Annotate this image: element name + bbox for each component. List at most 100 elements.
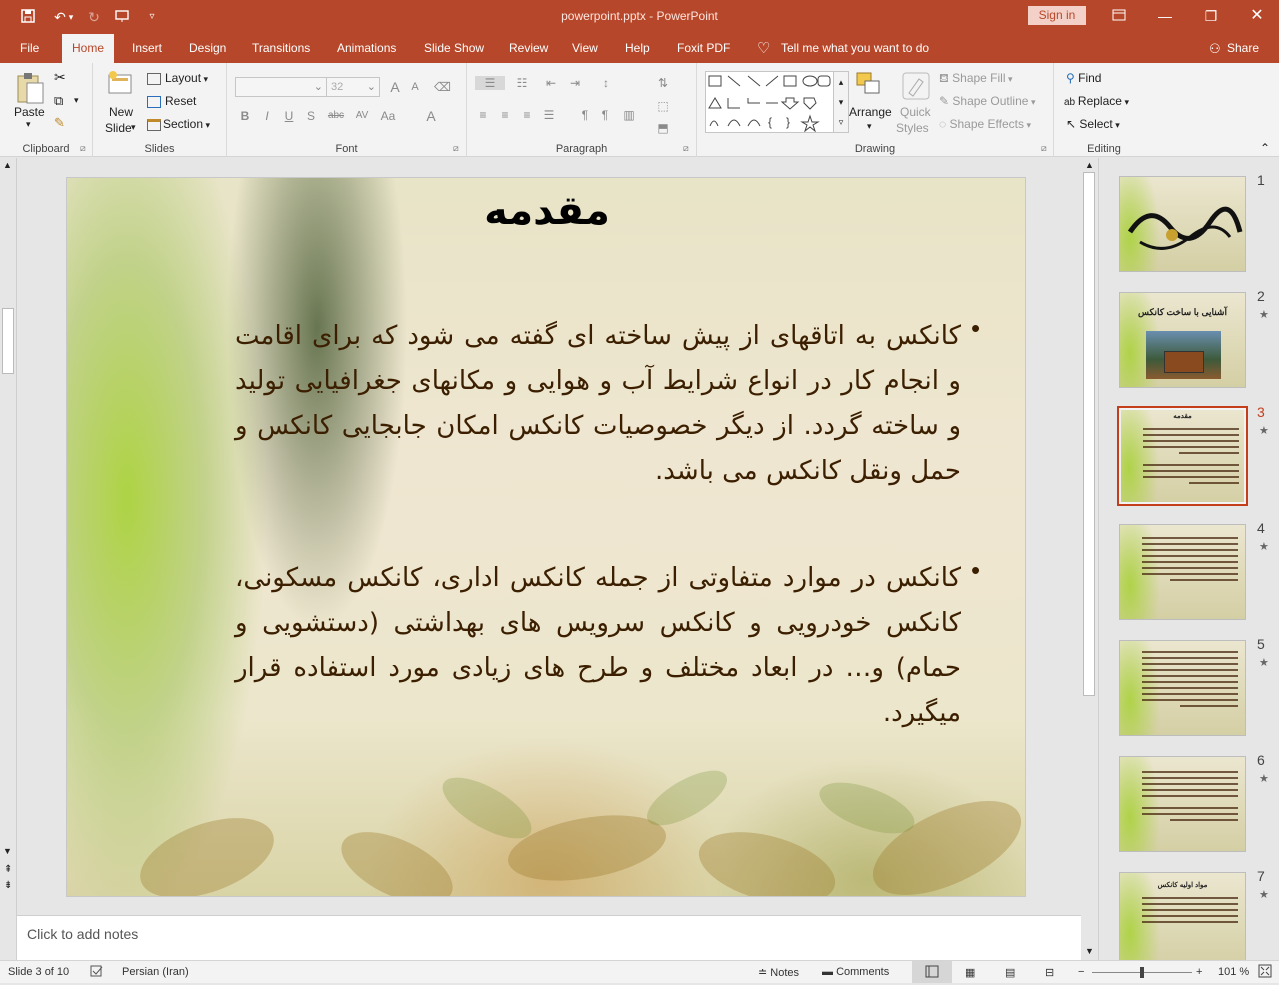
- drawing-launcher-icon[interactable]: ⧄: [1041, 143, 1047, 154]
- shapes-gallery[interactable]: {}: [705, 71, 841, 133]
- bullet-text-2[interactable]: کانکس در موارد متفاوتی از جمله کانکس ادا…: [235, 556, 961, 736]
- shape-fill-button[interactable]: ⛾ Shape Fill ▾: [939, 71, 1013, 87]
- align-text-icon[interactable]: ⬚: [655, 99, 671, 113]
- change-case-button[interactable]: Aa: [377, 109, 399, 123]
- tab-help[interactable]: Help: [622, 34, 653, 63]
- paste-icon[interactable]: [14, 71, 46, 108]
- reset-button[interactable]: Reset: [147, 94, 196, 108]
- thumbnail-slide-1[interactable]: [1119, 176, 1246, 272]
- shadow-button[interactable]: S: [303, 109, 319, 123]
- tab-review[interactable]: Review: [506, 34, 551, 63]
- section-button[interactable]: Section ▾: [147, 117, 210, 131]
- thumbnail-slide-2[interactable]: آشنایی با ساخت کانکس: [1119, 292, 1246, 388]
- vscroll-up-icon[interactable]: ▲: [1085, 160, 1094, 170]
- arrange-dropdown-icon[interactable]: ▾: [867, 121, 872, 132]
- tab-foxit-pdf[interactable]: Foxit PDF: [674, 34, 733, 63]
- line-spacing-icon[interactable]: ↕: [593, 76, 619, 90]
- tab-home[interactable]: Home: [62, 34, 115, 63]
- tab-insert[interactable]: Insert: [129, 34, 165, 63]
- ribbon-display-options-icon[interactable]: [1107, 6, 1131, 26]
- collapse-ribbon-icon[interactable]: ⌃: [1260, 141, 1270, 155]
- quick-styles-icon[interactable]: [901, 71, 931, 104]
- minimize-icon[interactable]: —: [1153, 6, 1177, 26]
- find-button[interactable]: ⚲ Find: [1066, 71, 1101, 85]
- shape-outline-button[interactable]: ✎ Shape Outline ▾: [939, 94, 1035, 108]
- notes-pane[interactable]: Click to add notes: [17, 915, 1081, 960]
- replace-button[interactable]: ab Replace ▾: [1064, 94, 1129, 108]
- thumbnail-slide-6[interactable]: [1119, 756, 1246, 852]
- char-spacing-button[interactable]: AV: [351, 110, 373, 121]
- tab-slide-show[interactable]: Slide Show: [421, 34, 487, 63]
- quick-styles-label-1[interactable]: Quick: [900, 105, 931, 119]
- sign-in-button[interactable]: Sign in: [1028, 6, 1086, 25]
- strikethrough-button[interactable]: abc: [325, 110, 347, 121]
- decrease-indent-icon[interactable]: ⇤: [543, 76, 559, 90]
- restore-icon[interactable]: ❐: [1199, 6, 1223, 26]
- zoom-level[interactable]: 101 %: [1218, 966, 1249, 978]
- align-right-icon[interactable]: ≡: [519, 108, 535, 122]
- slide-sorter-icon[interactable]: ▦: [965, 966, 975, 979]
- font-launcher-icon[interactable]: ⧄: [453, 143, 459, 154]
- font-color-button[interactable]: A: [423, 108, 439, 124]
- text-direction-icon[interactable]: ⇅: [655, 76, 671, 90]
- arrange-button[interactable]: Arrange: [849, 105, 892, 119]
- font-size-combo[interactable]: 32 ⌄: [326, 77, 380, 97]
- format-painter-icon[interactable]: ✎: [54, 115, 65, 131]
- tab-view[interactable]: View: [569, 34, 601, 63]
- slideshow-view-icon[interactable]: ⊟: [1045, 966, 1054, 979]
- previous-slide-icon[interactable]: ⇞: [4, 864, 12, 876]
- align-left-icon[interactable]: ≡: [475, 108, 491, 122]
- bold-button[interactable]: B: [237, 109, 253, 123]
- layout-button[interactable]: Layout ▾: [147, 71, 208, 85]
- next-slide-icon[interactable]: ⇟: [4, 880, 12, 892]
- increase-font-icon[interactable]: A: [387, 79, 403, 95]
- reading-view-icon[interactable]: ▤: [1005, 966, 1015, 979]
- bullets-icon[interactable]: ☰: [475, 76, 505, 90]
- vscroll-thumb[interactable]: [1083, 172, 1095, 696]
- thumbnail-slide-5[interactable]: [1119, 640, 1246, 736]
- copy-icon[interactable]: ⧉: [54, 93, 63, 109]
- justify-icon[interactable]: ☰: [541, 108, 557, 122]
- paste-button[interactable]: Paste: [14, 105, 45, 119]
- copy-dropdown-icon[interactable]: ▾: [74, 95, 79, 106]
- zoom-out-icon[interactable]: −: [1078, 966, 1084, 978]
- shapes-more-icon[interactable]: ▴ ▾ ▿: [833, 71, 849, 133]
- new-slide-label-1[interactable]: New: [109, 105, 133, 119]
- rtl-icon[interactable]: ¶: [597, 108, 613, 122]
- ltr-icon[interactable]: ¶: [577, 108, 593, 122]
- left-scrollbar[interactable]: ▲ ▼ ⇞ ⇟: [0, 158, 17, 960]
- new-slide-icon[interactable]: [105, 69, 135, 100]
- select-button[interactable]: ↖ Select ▾: [1066, 117, 1120, 131]
- thumbnail-slide-7[interactable]: مواد اولیه کانکس: [1119, 872, 1246, 960]
- tab-animations[interactable]: Animations: [334, 34, 399, 63]
- left-scroll-thumb[interactable]: [2, 308, 14, 374]
- arrange-icon[interactable]: [855, 71, 883, 102]
- numbering-icon[interactable]: ☷: [509, 76, 535, 90]
- new-slide-label-2[interactable]: Slide: [105, 121, 132, 135]
- clear-formatting-icon[interactable]: ⌫: [434, 80, 451, 94]
- tab-design[interactable]: Design: [186, 34, 229, 63]
- shape-effects-button[interactable]: ◌ Shape Effects ▾: [939, 117, 1031, 131]
- paste-dropdown-icon[interactable]: ▾: [26, 119, 31, 130]
- clipboard-launcher-icon[interactable]: ⧄: [80, 143, 86, 154]
- thumbnail-slide-3[interactable]: مقدمه: [1117, 406, 1248, 506]
- cut-icon[interactable]: ✂: [54, 69, 66, 86]
- language-indicator[interactable]: Persian (Iran): [122, 966, 189, 978]
- slide-title[interactable]: مقدمه: [67, 188, 1025, 234]
- quick-styles-label-2[interactable]: Styles: [896, 121, 929, 135]
- bullet-text-1[interactable]: کانکس به اتاقهای از پیش ساخته ای گفته می…: [235, 314, 961, 494]
- underline-button[interactable]: U: [281, 109, 297, 123]
- slide-scrollbar[interactable]: ▲ ▼: [1081, 158, 1098, 960]
- zoom-in-icon[interactable]: +: [1196, 966, 1202, 978]
- slide-canvas[interactable]: مقدمه • کانکس به اتاقهای از پیش ساخته ای…: [66, 177, 1026, 897]
- close-icon[interactable]: ✕: [1245, 6, 1269, 26]
- normal-view-icon[interactable]: [912, 961, 952, 983]
- increase-indent-icon[interactable]: ⇥: [567, 76, 583, 90]
- notes-placeholder[interactable]: Click to add notes: [27, 926, 138, 942]
- vscroll-down-icon[interactable]: ▼: [1085, 946, 1094, 956]
- comments-toggle[interactable]: ▬ Comments: [822, 966, 889, 978]
- notes-toggle[interactable]: ≐ Notes: [758, 966, 799, 979]
- paragraph-launcher-icon[interactable]: ⧄: [683, 143, 689, 154]
- new-slide-dropdown-icon[interactable]: ▾: [131, 122, 136, 133]
- tell-me-search[interactable]: Tell me what you want to do: [778, 34, 932, 63]
